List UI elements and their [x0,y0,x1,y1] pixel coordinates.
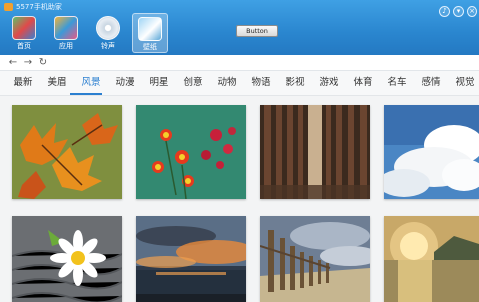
settings-icon[interactable]: ▾ [453,6,464,17]
app-title: 5577手机助家 [16,3,62,11]
apps-icon [54,16,78,40]
wallpaper-gallery [0,96,479,302]
nav-home-label: 首页 [17,42,31,50]
forward-icon[interactable]: → [22,56,34,69]
nav-wallpaper-label: 壁纸 [143,43,157,51]
nav-apps-label: 应用 [59,42,73,50]
nav-ringtone-label: 铃声 [101,42,115,50]
tab-scenery[interactable]: 风景 [76,77,106,89]
close-icon[interactable]: × [467,6,477,17]
tab-stars[interactable]: 明星 [144,77,174,89]
center-button[interactable]: Button [236,25,278,37]
thumbnail-autumn-leaves[interactable] [12,105,122,199]
thumbnail-clouds[interactable] [384,105,479,199]
tab-emotion[interactable]: 感情 [416,77,446,89]
app-logo-icon [4,3,13,11]
thumbnail-daisy[interactable] [12,216,122,302]
tab-animals[interactable]: 动物 [212,77,242,89]
thumbnail-forest[interactable] [260,105,370,199]
tab-games[interactable]: 游戏 [314,77,344,89]
tab-sports[interactable]: 体育 [348,77,378,89]
tab-creative[interactable]: 创意 [178,77,208,89]
thumbnail-sunset-sea[interactable] [136,216,246,302]
nav-home-button[interactable]: 首页 [6,13,42,53]
music-icon[interactable]: ♪ [439,6,450,17]
thumbnail-wooden-fence[interactable] [260,216,370,302]
home-icon [12,16,36,40]
toolbar: 5577手机助家 首页 应用 铃声 壁纸 Button ♪ ▾ × [0,0,479,55]
tab-movies[interactable]: 影视 [280,77,310,89]
tab-latest[interactable]: 最新 [8,77,38,89]
thumbnail-red-flowers[interactable] [136,105,246,199]
refresh-icon[interactable]: ↻ [37,56,49,69]
nav-ringtone-button[interactable]: 铃声 [90,13,126,53]
tab-beauty[interactable]: 美眉 [42,77,72,89]
nav-apps-button[interactable]: 应用 [48,13,84,53]
thumbnail-sunrise-lake[interactable] [384,216,479,302]
active-tab-indicator [70,93,102,95]
wallpaper-icon [138,17,162,41]
nav-wallpaper-button[interactable]: 壁纸 [132,13,168,53]
app-window: 5577手机助家 首页 应用 铃声 壁纸 Button ♪ ▾ × ← → ↻ … [0,0,479,302]
browser-bar: ← → ↻ [0,55,479,71]
back-icon[interactable]: ← [7,56,19,69]
tab-stories[interactable]: 物语 [246,77,276,89]
tab-cars[interactable]: 名车 [382,77,412,89]
tab-visual[interactable]: 视觉 [450,77,479,89]
ringtone-icon [96,16,120,40]
tab-anime[interactable]: 动漫 [110,77,140,89]
